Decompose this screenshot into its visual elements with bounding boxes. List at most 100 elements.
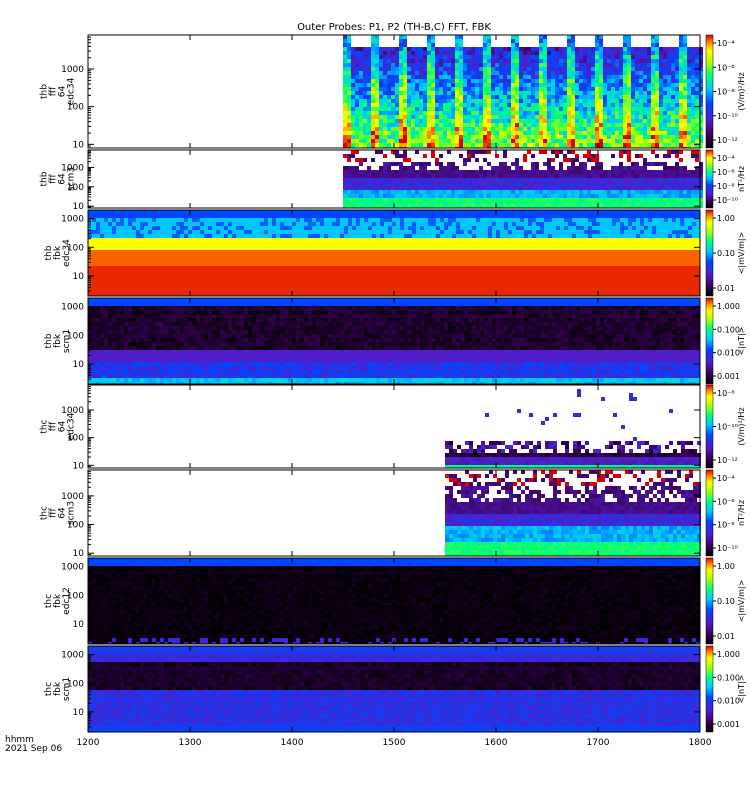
spectrogram-cell	[164, 286, 168, 290]
spectrogram-cell	[112, 242, 116, 246]
spectrogram-cell	[479, 67, 483, 71]
spectrogram-cell	[487, 198, 491, 202]
spectrogram-cell	[320, 262, 324, 266]
spectrogram-cell	[659, 91, 663, 95]
spectrogram-cell	[675, 51, 679, 55]
spectrogram-cell	[503, 103, 507, 107]
spectrogram-cell	[503, 170, 507, 174]
spectrogram-cell	[419, 198, 423, 202]
spectrogram-cell	[483, 194, 487, 198]
spectrogram-cell	[280, 226, 284, 230]
spectrogram-cell	[603, 194, 607, 198]
spectrogram-cell	[156, 290, 160, 294]
spectrogram-cell	[112, 254, 116, 258]
spectrogram-cell	[300, 250, 304, 254]
spectrogram-cell	[515, 198, 519, 202]
spectrogram-cell	[507, 55, 511, 59]
spectrogram-cell	[599, 127, 603, 131]
spectrogram-cell	[611, 103, 615, 107]
spectrogram-cell	[547, 127, 551, 131]
spectrogram-cell	[651, 111, 655, 115]
spectrogram-cell	[575, 111, 579, 115]
spectrogram-cell	[92, 214, 96, 218]
spectrogram-cell	[583, 111, 587, 115]
spectrogram-cell	[391, 95, 395, 99]
spectrogram-cell	[607, 190, 611, 194]
spectrogram-cell	[567, 186, 571, 190]
spectrogram-cell	[635, 139, 639, 143]
spectrogram-cell	[359, 51, 363, 55]
spectrogram-cell	[176, 226, 180, 230]
spectrogram-cell	[284, 230, 288, 234]
spectrogram-cell	[383, 162, 387, 166]
spectrogram-cell	[112, 286, 116, 290]
spectrogram-cell	[447, 91, 451, 95]
spectrogram-cell	[683, 174, 687, 178]
spectrogram-cell	[651, 186, 655, 190]
spectrogram-cell	[507, 131, 511, 135]
spectrogram-cell	[435, 47, 439, 51]
spectrogram-cell	[120, 234, 124, 238]
spectrogram-cell	[539, 150, 543, 154]
spectrogram-cell	[603, 83, 607, 87]
spectrogram-cell	[615, 47, 619, 51]
spectrogram-cell	[320, 282, 324, 286]
spectrogram-cell	[575, 182, 579, 186]
spectrogram-cell	[427, 135, 431, 139]
spectrogram-cell	[447, 162, 451, 166]
spectrogram-cell	[435, 119, 439, 123]
spectrogram-cell	[220, 250, 224, 254]
spectrogram-cell	[655, 190, 659, 194]
spectrogram-cell	[695, 178, 699, 182]
spectrogram-cell	[639, 119, 643, 123]
spectrogram-cell	[343, 123, 347, 127]
spectrogram-cell	[603, 111, 607, 115]
spectrogram-cell	[547, 178, 551, 182]
spectrogram-cell	[451, 131, 455, 135]
spectrogram-cell	[627, 35, 631, 39]
spectrogram-cell	[483, 99, 487, 103]
spectrogram-cell	[439, 198, 443, 202]
spectrogram-cell	[655, 182, 659, 186]
spectrogram-cell	[487, 51, 491, 55]
spectrogram-cell	[112, 282, 116, 286]
spectrogram-cell	[503, 178, 507, 182]
spectrogram-cell	[355, 143, 359, 147]
spectrogram-cell	[196, 238, 200, 242]
spectrogram-cell	[539, 71, 543, 75]
spectrogram-cell	[288, 238, 292, 242]
spectrogram-cell	[260, 250, 264, 254]
spectrogram-cell	[483, 139, 487, 143]
spectrogram-cell	[276, 238, 280, 242]
spectrogram-cell	[379, 55, 383, 59]
spectrogram-cell	[667, 115, 671, 119]
spectrogram-cell	[607, 51, 611, 55]
spectrogram-cell	[252, 218, 256, 222]
spectrogram-cell	[427, 111, 431, 115]
spectrogram-cell	[663, 111, 667, 115]
spectrogram-cell	[144, 282, 148, 286]
spectrogram-cell	[447, 194, 451, 198]
spectrogram-cell	[140, 290, 144, 294]
spectrogram-cell	[567, 43, 571, 47]
spectrogram-cell	[511, 123, 515, 127]
spectrogram-cell	[587, 91, 591, 95]
spectrogram-cell	[491, 190, 495, 194]
spectrogram-cell	[583, 67, 587, 71]
spectrogram-cell	[423, 79, 427, 83]
spectrogram-cell	[523, 127, 527, 131]
spectrogram-cell	[108, 290, 112, 294]
spectrogram-cell	[603, 67, 607, 71]
spectrogram-cell	[359, 75, 363, 79]
spectrogram-cell	[635, 63, 639, 67]
spectrogram-cell	[427, 170, 431, 174]
spectrogram-cell	[527, 198, 531, 202]
spectrogram-cell	[635, 174, 639, 178]
spectrogram-cell	[563, 194, 567, 198]
spectrogram-cell	[523, 158, 527, 162]
spectrogram-cell	[252, 210, 256, 214]
spectrogram-cell	[216, 262, 220, 266]
spectrogram-cell	[655, 198, 659, 202]
spectrogram-cell	[591, 194, 595, 198]
spectrogram-cell	[507, 51, 511, 55]
